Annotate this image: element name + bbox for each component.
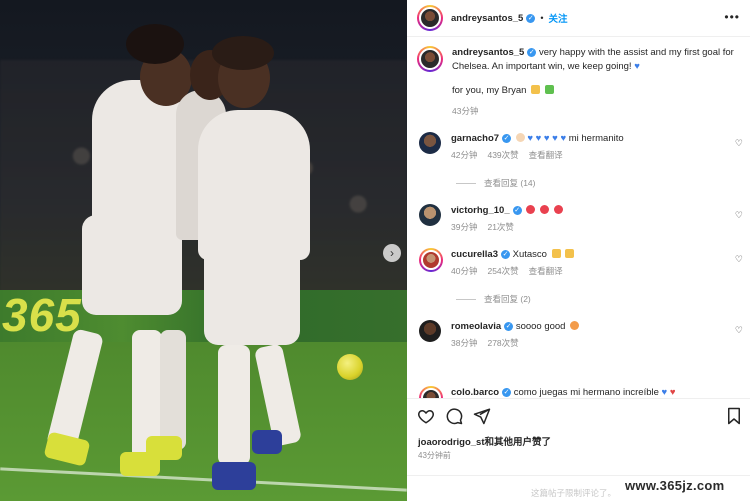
player-middle-leg <box>160 330 186 450</box>
post-photo[interactable]: 365 › <box>0 0 407 501</box>
see-translation-link[interactable]: 查看翻译 <box>529 149 563 162</box>
comment-username[interactable]: garnacho7 <box>451 133 499 144</box>
heart-icon[interactable]: ♡ <box>735 138 743 149</box>
advertising-board-text: 365 <box>2 289 82 341</box>
player-middle-boot <box>146 436 182 460</box>
author-username[interactable]: andreysantos_5 <box>451 13 523 24</box>
comment-time: 40分钟 <box>451 266 478 276</box>
blue-heart-icon: ♥ <box>661 387 668 398</box>
comment-time: 38分钟 <box>451 338 478 348</box>
comment-likes[interactable]: 254次赞 <box>487 265 518 278</box>
heart-eyes-emoji-icon <box>539 205 549 214</box>
share-icon[interactable] <box>473 407 491 425</box>
bookmark-icon[interactable] <box>725 407 743 425</box>
comment-text: soooo good <box>515 321 566 332</box>
post-time: 43分钟前 <box>418 451 451 460</box>
comment-text: Xutasco <box>512 249 547 260</box>
avatar[interactable] <box>417 46 443 72</box>
comment-text: mi hermanito <box>568 133 624 144</box>
heart-icon[interactable]: ♡ <box>735 325 743 336</box>
comment-time: 39分钟 <box>451 222 478 232</box>
comment-item: cucurella3 ✓ Xutasco 40分钟 254次赞 查看翻译 <box>419 248 739 278</box>
avatar[interactable] <box>419 204 441 226</box>
avatar[interactable] <box>419 320 441 342</box>
avatar[interactable] <box>417 5 443 31</box>
red-heart-icon: ♥ <box>669 387 676 398</box>
face-emoji-icon <box>515 133 525 142</box>
liked-by-text[interactable]: joaorodrigo_st和其他用户赞了 <box>418 434 551 448</box>
player-left-hair <box>126 24 184 64</box>
separator-dot: • <box>540 13 544 23</box>
caption-dedication: for you, my Bryan <box>452 85 527 96</box>
verified-icon: ✓ <box>527 47 537 57</box>
comment-clip: colo.barco ✓ como juegas mi hermano incre… <box>407 384 750 398</box>
comment-username[interactable]: victorhg_10_ <box>451 205 510 216</box>
view-replies[interactable]: 查看回复 (2) <box>456 293 531 305</box>
comment-icon[interactable] <box>445 407 463 425</box>
chevron-right-icon[interactable]: › <box>383 244 401 262</box>
comment-likes[interactable]: 278次赞 <box>487 337 518 350</box>
comment-item: romeolavia ✓ soooo good 38分钟 278次赞 <box>419 320 739 350</box>
blue-heart-icon: ♥ <box>634 61 640 72</box>
follow-button[interactable]: 关注 <box>549 11 568 25</box>
check-mark-icon <box>544 85 554 94</box>
comment-text: como juegas mi hermano increíble <box>513 387 659 398</box>
player-right-leg <box>218 345 250 465</box>
comment-likes[interactable]: 439次赞 <box>487 149 518 162</box>
see-translation-link[interactable]: 查看翻译 <box>529 265 563 278</box>
clapping-hands-icon <box>565 249 575 258</box>
comment-username[interactable]: cucurella3 <box>451 249 498 260</box>
avatar[interactable] <box>419 248 443 272</box>
verified-icon: ✓ <box>502 387 512 397</box>
avatar[interactable] <box>419 386 443 398</box>
player-right-boot <box>212 462 256 490</box>
caption-time: 43分钟 <box>452 106 479 116</box>
comment-username[interactable]: romeolavia <box>451 321 501 332</box>
caption: andreysantos_5 ✓ very happy with the assi… <box>417 46 737 118</box>
more-icon[interactable]: ••• <box>724 10 740 24</box>
hot-face-emoji-icon <box>570 321 580 330</box>
blue-heart-icon: ♥ ♥ ♥ ♥ ♥ <box>527 133 567 144</box>
clapping-hands-icon <box>551 249 561 258</box>
heart-icon[interactable]: ♡ <box>735 210 743 221</box>
action-bar <box>407 398 750 432</box>
post-panel: andreysantos_5 ✓ • 关注 ••• andreysantos_5… <box>407 0 750 501</box>
view-replies[interactable]: 查看回复 (14) <box>456 177 535 189</box>
player-left-shorts <box>82 215 182 315</box>
praying-hands-icon <box>531 85 541 94</box>
comment-item: victorhg_10_ ✓ 39分钟 21次赞 <box>419 204 739 234</box>
comment-time: 42分钟 <box>451 150 478 160</box>
avatar[interactable] <box>419 132 441 154</box>
comment-item: garnacho7 ✓ ♥ ♥ ♥ ♥ ♥ mi hermanito 42分钟 4… <box>419 132 739 162</box>
watermark: www.365jz.com <box>625 478 725 493</box>
comment-likes[interactable]: 21次赞 <box>487 221 513 234</box>
verified-icon: ✓ <box>501 249 510 259</box>
comments-restricted-text: 这篇帖子限制评论了。 <box>531 488 617 498</box>
football <box>337 354 363 380</box>
verified-icon: ✓ <box>502 133 512 143</box>
verified-icon: ✓ <box>512 205 522 215</box>
player-right-shorts <box>204 245 300 345</box>
comment-username[interactable]: colo.barco <box>451 387 499 398</box>
player-right-body <box>198 110 310 260</box>
post-header: andreysantos_5 ✓ • 关注 ••• <box>407 0 750 37</box>
player-right-boot <box>252 430 282 454</box>
heart-eyes-emoji-icon <box>553 205 563 214</box>
heart-icon[interactable] <box>417 407 435 425</box>
heart-icon[interactable]: ♡ <box>735 254 743 265</box>
caption-username[interactable]: andreysantos_5 <box>452 47 524 58</box>
heart-eyes-emoji-icon <box>526 205 536 214</box>
verified-icon: ✓ <box>504 321 514 331</box>
player-right-hair <box>212 36 274 70</box>
verified-icon: ✓ <box>526 13 536 23</box>
comment-item: colo.barco ✓ como juegas mi hermano incre… <box>419 386 739 398</box>
